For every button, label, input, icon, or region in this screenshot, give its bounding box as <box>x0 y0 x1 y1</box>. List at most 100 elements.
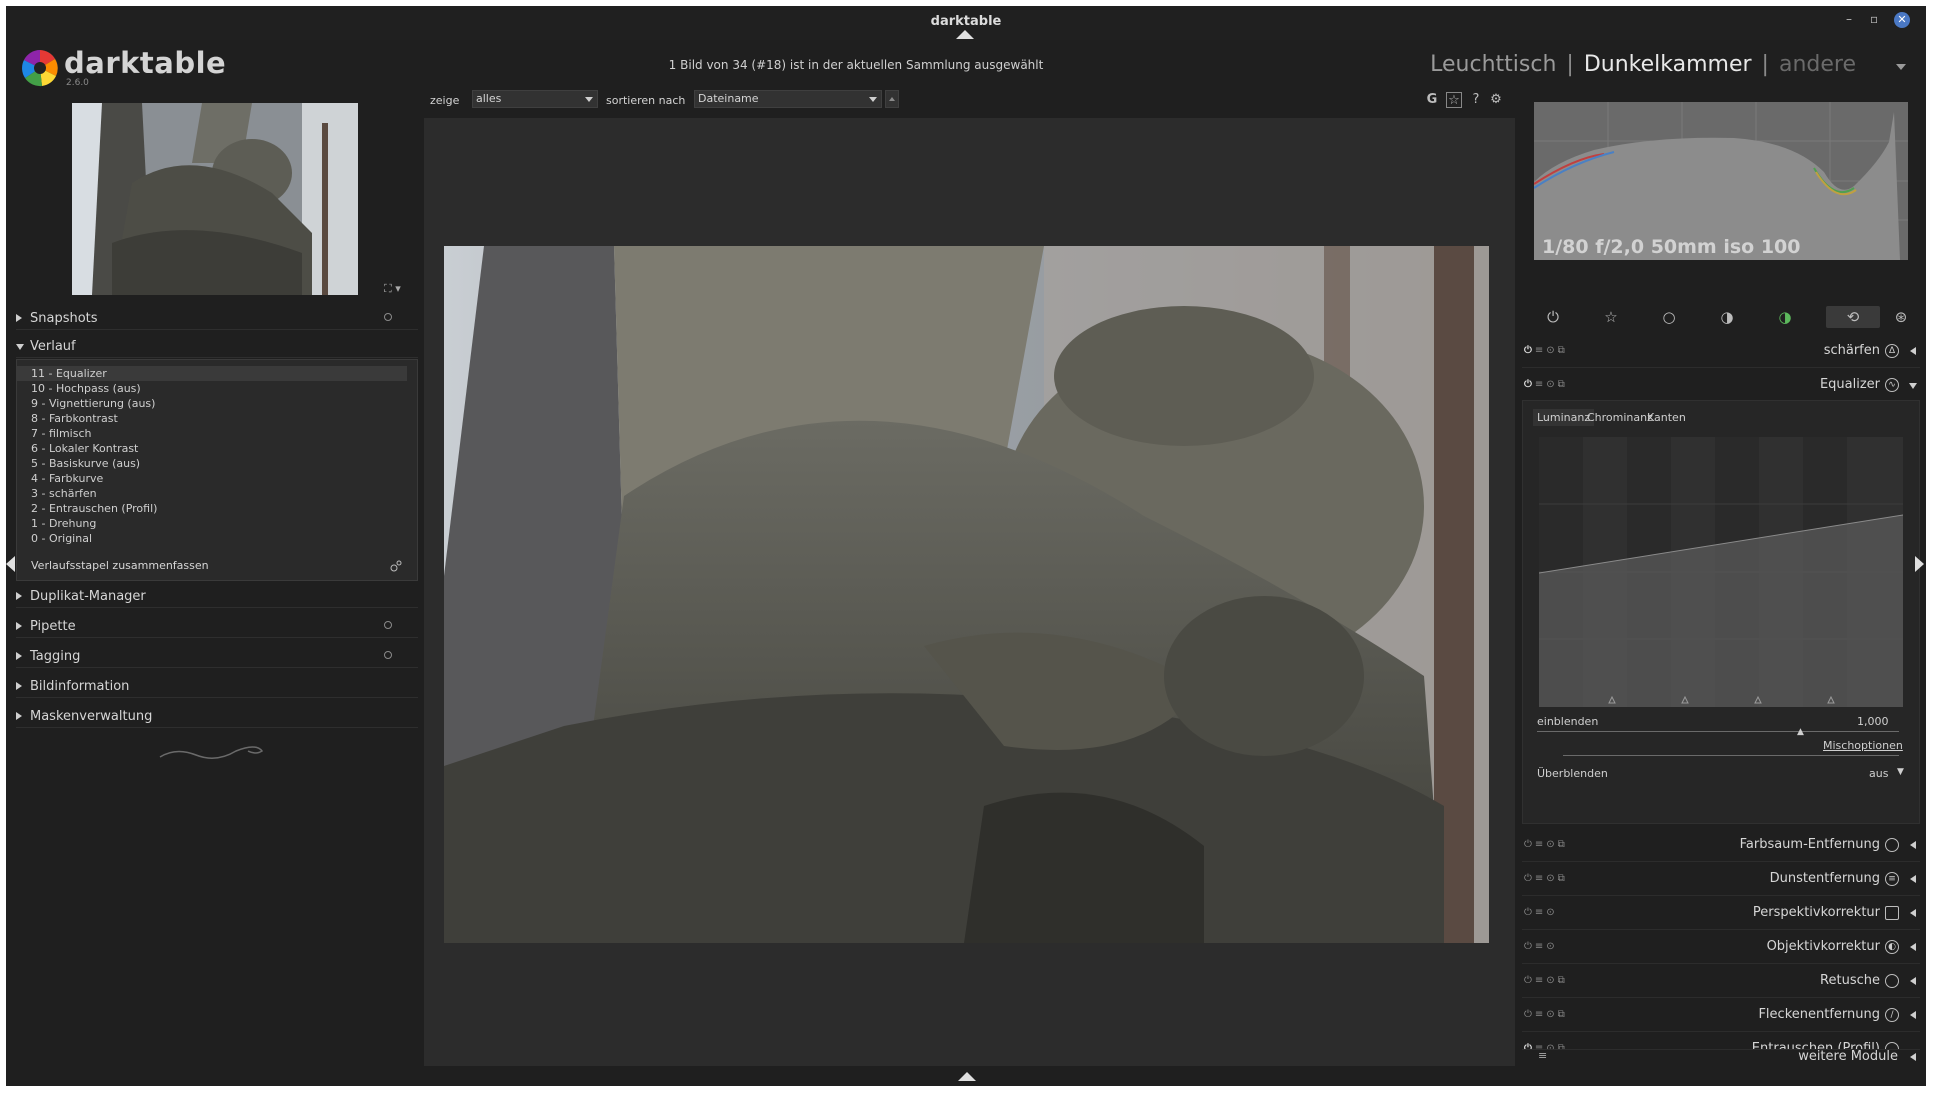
effects-group-icon[interactable]: ⊛ <box>1890 306 1912 328</box>
thumbnail-image <box>72 103 358 295</box>
favorites-icon[interactable]: ☆ <box>1600 306 1622 328</box>
collapsed-arrow-icon <box>16 314 22 322</box>
equalizer-panel: Luminanz Chrominanz Kanten einblenden 1,… <box>1522 400 1920 824</box>
collapsed-arrow-icon <box>16 712 22 720</box>
history-item[interactable]: 1 - Drehung <box>17 516 417 531</box>
retouch-icon <box>1885 974 1899 988</box>
collapsed-arrow-icon <box>1910 841 1916 849</box>
views-dropdown-icon[interactable] <box>1896 64 1906 70</box>
reset-icon[interactable] <box>384 651 392 659</box>
histogram[interactable]: 1/80 f/2,0 50mm iso 100 <box>1534 102 1908 260</box>
mix-slider[interactable] <box>1537 731 1899 732</box>
module-header-icons[interactable]: ⏻≡⊙⧉ <box>1524 1009 1568 1020</box>
left-panel-toggle[interactable] <box>6 556 15 572</box>
filter-toolbar: zeige alles sortieren nach Dateiname G ☆… <box>430 88 1515 112</box>
module-label: Fleckenentfernung <box>1758 1007 1880 1022</box>
view-darkroom[interactable]: Dunkelkammer <box>1584 52 1752 77</box>
main-photo[interactable] <box>444 246 1489 943</box>
image-canvas[interactable] <box>424 118 1515 1066</box>
correction-group-icon[interactable]: ⟲ <box>1826 306 1880 328</box>
module-pipette[interactable]: Pipette <box>16 614 418 638</box>
bottom-panel-toggle[interactable] <box>958 1072 976 1081</box>
module-spot-removal[interactable]: ⏻≡⊙⧉ Fleckenentfernung ∕ <box>1522 998 1920 1032</box>
menu-icon[interactable]: ≡ <box>1538 1049 1547 1062</box>
darktable-window: darktable – ▫ ✕ darktable 2.6.0 1 Bild v… <box>6 6 1926 1086</box>
reset-icon[interactable] <box>384 621 392 629</box>
history-item[interactable]: 8 - Farbkontrast <box>17 411 417 426</box>
gear-icon[interactable]: ⚙ <box>1488 92 1504 108</box>
view-other[interactable]: andere <box>1779 52 1856 77</box>
more-modules-row[interactable]: ≡ weitere Module <box>1522 1046 1920 1066</box>
basic-group-icon[interactable]: ○ <box>1658 306 1680 328</box>
module-duplicate-manager[interactable]: Duplikat-Manager <box>16 584 418 608</box>
module-header-icons[interactable]: ⏻≡⊙⧉ <box>1524 379 1568 390</box>
right-panel-toggle[interactable] <box>1915 556 1924 572</box>
module-label: Retusche <box>1820 973 1880 988</box>
history-item[interactable]: 9 - Vignettierung (aus) <box>17 396 417 411</box>
module-header-icons[interactable]: ⏻≡⊙ <box>1524 941 1558 952</box>
help-icon[interactable]: ? <box>1468 92 1484 108</box>
module-mask-manager[interactable]: Maskenverwaltung <box>16 704 418 728</box>
history-item[interactable]: 0 - Original <box>17 531 417 546</box>
module-header-icons[interactable]: ⏻≡⊙⧉ <box>1524 345 1568 356</box>
equalizer-icon: ∿ <box>1885 378 1899 392</box>
blend-options-label[interactable]: Mischoptionen <box>1823 739 1903 752</box>
module-header-icons[interactable]: ⏻≡⊙⧉ <box>1524 975 1568 986</box>
blend-options-divider <box>1563 755 1899 756</box>
history-item[interactable]: 4 - Farbkurve <box>17 471 417 486</box>
collapsed-arrow-icon <box>1910 1011 1916 1019</box>
module-image-information[interactable]: Bildinformation <box>16 674 418 698</box>
module-haze-removal[interactable]: ⏻≡⊙⧉ Dunstentfernung ≡ <box>1522 862 1920 896</box>
maximize-button[interactable]: ▫ <box>1870 12 1878 26</box>
close-button[interactable]: ✕ <box>1894 12 1910 28</box>
history-item[interactable]: 5 - Basiskurve (aus) <box>17 456 417 471</box>
module-header-icons[interactable]: ⏻≡⊙⧉ <box>1524 839 1568 850</box>
equalizer-curve[interactable] <box>1538 437 1904 707</box>
sort-label: sortieren nach <box>606 94 686 107</box>
module-snapshots[interactable]: Snapshots <box>16 306 418 330</box>
tab-edges[interactable]: Kanten <box>1643 409 1690 426</box>
blend-mode-select[interactable]: aus <box>1869 767 1888 780</box>
history-item[interactable]: 2 - Entrauschen (Profil) <box>17 501 417 516</box>
history-item[interactable]: 11 - Equalizer <box>17 366 407 381</box>
star-overlay-icon[interactable]: ☆ <box>1446 92 1462 108</box>
mix-value: 1,000 <box>1857 715 1889 728</box>
sort-select[interactable]: Dateiname <box>694 90 882 108</box>
module-defringe[interactable]: ⏻≡⊙⧉ Farbsaum-Entfernung <box>1522 828 1920 862</box>
module-header-icons[interactable]: ⏻≡⊙⧉ <box>1524 873 1568 884</box>
history-item[interactable]: 10 - Hochpass (aus) <box>17 381 417 396</box>
view-separator: | <box>1761 52 1769 77</box>
module-tagging[interactable]: Tagging <box>16 644 418 668</box>
sort-direction-button[interactable] <box>885 90 899 108</box>
module-perspective-correction[interactable]: ⏻≡⊙ Perspektivkorrektur <box>1522 896 1920 930</box>
chevron-down-icon[interactable]: ▼ <box>1897 767 1904 777</box>
history-item[interactable]: 3 - schärfen <box>17 486 417 501</box>
history-item[interactable]: 7 - filmisch <box>17 426 417 441</box>
color-group-icon[interactable]: ◑ <box>1774 306 1796 328</box>
minimize-button[interactable]: – <box>1846 12 1852 26</box>
perspective-icon <box>1885 906 1899 920</box>
history-item[interactable]: 6 - Lokaler Kontrast <box>17 441 417 456</box>
navigation-thumbnail[interactable] <box>72 103 358 295</box>
module-equalizer[interactable]: ⏻≡⊙⧉ Equalizer ∿ <box>1522 368 1920 402</box>
zoom-toggle-icon[interactable]: ⛶ ▾ <box>384 282 401 296</box>
app-version: 2.6.0 <box>66 78 89 88</box>
module-header-icons[interactable]: ⏻≡⊙ <box>1524 907 1558 918</box>
select-value: Dateiname <box>698 92 759 105</box>
module-label: Snapshots <box>30 311 98 326</box>
reset-icon[interactable] <box>384 313 392 321</box>
module-retouch[interactable]: ⏻≡⊙⧉ Retusche <box>1522 964 1920 998</box>
module-lens-correction[interactable]: ⏻≡⊙ Objektivkorrektur ◐ <box>1522 930 1920 964</box>
compress-history-button[interactable]: Verlaufsstapel zusammenfassen <box>31 559 209 572</box>
top-panel-toggle[interactable] <box>956 30 974 39</box>
tone-group-icon[interactable]: ◑ <box>1716 306 1738 328</box>
module-label: Maskenverwaltung <box>30 709 153 724</box>
slider-handle-icon[interactable]: ▲ <box>1797 727 1804 737</box>
show-filter-select[interactable]: alles <box>472 90 598 108</box>
module-history[interactable]: Verlauf <box>16 334 418 358</box>
power-icon[interactable]: ⏻ <box>1542 306 1564 328</box>
grouping-icon[interactable]: G <box>1424 92 1440 108</box>
module-sharpen[interactable]: ⏻≡⊙⧉ schärfen ∆ <box>1522 334 1920 368</box>
view-lighttable[interactable]: Leuchttisch <box>1430 52 1556 77</box>
style-icon[interactable] <box>389 559 403 573</box>
